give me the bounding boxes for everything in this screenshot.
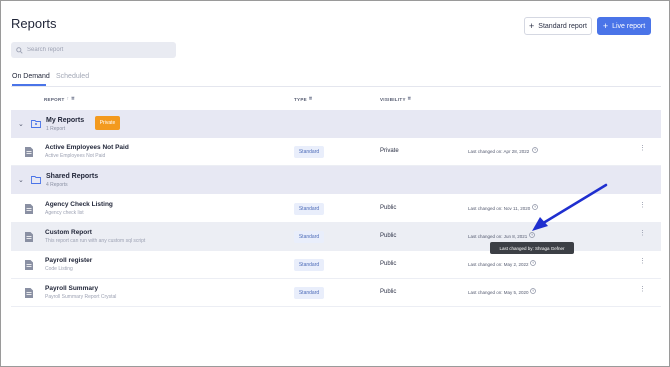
- plus-icon: +: [602, 20, 609, 31]
- visibility-value: Public: [380, 233, 397, 239]
- app-window: Reports + Standard report + Live report …: [0, 0, 670, 367]
- column-header-report[interactable]: REPORT ↑ ⩸: [44, 96, 75, 102]
- document-icon: [25, 232, 33, 242]
- document-icon: [25, 147, 33, 157]
- search-input[interactable]: [27, 47, 167, 53]
- more-options-icon[interactable]: ⋮: [639, 145, 646, 152]
- more-options-icon[interactable]: ⋮: [639, 258, 646, 265]
- standard-report-label: Standard report: [538, 22, 587, 30]
- chevron-down-icon[interactable]: ⌄: [18, 120, 24, 128]
- report-description: Code Listing: [45, 266, 73, 272]
- visibility-value: Private: [380, 148, 399, 154]
- report-description: Active Employees Not Paid: [45, 153, 106, 159]
- report-row-active-employees-not-paid[interactable]: Active Employees Not Paid Active Employe…: [11, 138, 661, 166]
- report-description: This report can run with any custom sql …: [45, 238, 146, 244]
- column-header-report-label: REPORT: [44, 96, 65, 102]
- column-header-type-label: TYPE: [294, 96, 307, 102]
- column-header-visibility-label: VISIBILITY: [380, 96, 406, 102]
- active-tab-indicator: [12, 84, 46, 86]
- report-name[interactable]: Custom Report: [45, 229, 92, 236]
- report-row-payroll-summary[interactable]: Payroll Summary Payroll Summary Report C…: [11, 279, 661, 307]
- group-count: 1 Report: [46, 126, 66, 132]
- report-name[interactable]: Agency Check Listing: [45, 201, 113, 208]
- last-changed-text: Last changed on: Apr 28, 2022: [468, 149, 530, 154]
- search-icon: [16, 46, 23, 54]
- type-badge: Standard: [294, 259, 324, 271]
- type-badge: Standard: [294, 287, 324, 299]
- document-icon: [25, 204, 33, 214]
- report-name[interactable]: Payroll Summary: [45, 285, 98, 292]
- tab-scheduled[interactable]: Scheduled: [56, 73, 89, 80]
- page-title: Reports: [11, 16, 57, 31]
- live-report-button[interactable]: + Live report: [597, 17, 651, 35]
- tabs-divider: [11, 86, 661, 87]
- type-badge: Standard: [294, 231, 324, 243]
- more-options-icon[interactable]: ⋮: [639, 230, 646, 237]
- group-name: My Reports: [46, 117, 85, 124]
- folder-user-icon: [31, 120, 41, 128]
- report-description: Payroll Summary Report Crystal: [45, 294, 117, 300]
- chevron-down-icon[interactable]: ⌄: [18, 176, 24, 184]
- last-changed-text: Last changed on: May 5, 2020: [468, 290, 529, 295]
- private-badge: Private: [95, 116, 120, 130]
- filter-icon[interactable]: ⩸: [309, 96, 312, 102]
- tab-on-demand[interactable]: On Demand: [12, 73, 50, 80]
- annotation-arrow: [532, 183, 608, 231]
- filter-icon[interactable]: ⩸: [71, 96, 74, 102]
- visibility-value: Public: [380, 205, 397, 211]
- visibility-value: Public: [380, 261, 397, 267]
- report-row-payroll-register[interactable]: Payroll register Code Listing Standard P…: [11, 251, 661, 279]
- clock-icon[interactable]: [530, 260, 536, 266]
- document-icon: [25, 260, 33, 270]
- folder-icon: [31, 176, 41, 184]
- filter-icon[interactable]: ⩸: [408, 96, 411, 102]
- column-header-type[interactable]: TYPE ⩸: [294, 96, 312, 102]
- last-changed-text: Last changed on: Nov 11, 2020: [468, 206, 531, 211]
- document-icon: [25, 288, 33, 298]
- group-count: 4 Reports: [46, 182, 68, 188]
- clock-icon[interactable]: [532, 147, 538, 153]
- last-changed-text: Last changed on: May 2, 2022: [468, 262, 529, 267]
- live-report-label: Live report: [612, 22, 646, 30]
- search-box[interactable]: [11, 42, 176, 58]
- sort-arrow-icon: ↑: [66, 96, 70, 102]
- report-name[interactable]: Payroll register: [45, 257, 92, 264]
- last-changed-tooltip: Last changed by: Shraga Gefner: [490, 242, 574, 254]
- column-header-visibility[interactable]: VISIBILITY ⩸: [380, 96, 411, 102]
- visibility-value: Public: [380, 289, 397, 295]
- type-badge: Standard: [294, 203, 324, 215]
- plus-icon: +: [529, 20, 535, 31]
- standard-report-button[interactable]: + Standard report: [524, 17, 592, 35]
- more-options-icon[interactable]: ⋮: [639, 202, 646, 209]
- group-name: Shared Reports: [46, 173, 99, 180]
- report-description: Agency check list: [45, 210, 84, 216]
- report-name[interactable]: Active Employees Not Paid: [45, 144, 129, 151]
- type-badge: Standard: [294, 146, 324, 158]
- clock-icon[interactable]: [530, 288, 536, 294]
- more-options-icon[interactable]: ⋮: [639, 286, 646, 293]
- last-changed-text: Last changed on: Jun 8, 2021: [468, 234, 528, 239]
